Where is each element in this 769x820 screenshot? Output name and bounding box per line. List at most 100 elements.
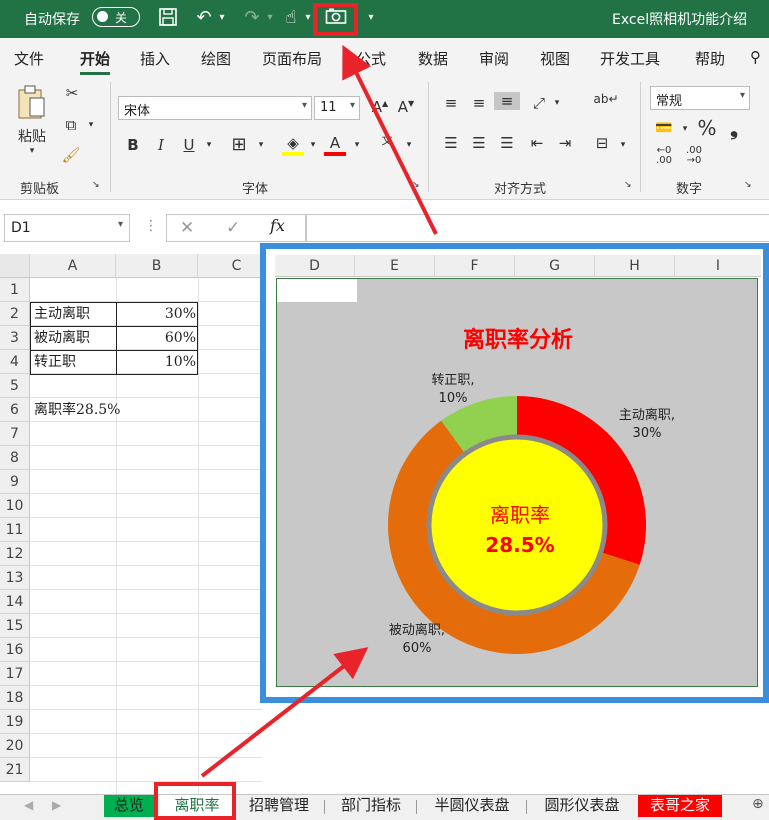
row-header[interactable]: 1	[0, 278, 30, 302]
row-header[interactable]: 3	[0, 326, 30, 350]
bold-button[interactable]: B	[124, 136, 142, 154]
cell-b2[interactable]: 30%	[118, 302, 196, 326]
row-header[interactable]: 18	[0, 686, 30, 710]
underline-dropdown-icon[interactable]: ▾	[204, 140, 214, 150]
align-right-icon[interactable]: ☰	[496, 134, 518, 152]
align-left-icon[interactable]: ☰	[440, 134, 462, 152]
cell-b3[interactable]: 60%	[118, 326, 196, 350]
orientation-dropdown-icon[interactable]: ▾	[552, 98, 562, 108]
formula-input[interactable]	[306, 214, 769, 242]
paste-dropdown-icon[interactable]: ▾	[24, 146, 40, 156]
tab-review[interactable]: 审阅	[479, 48, 509, 69]
underline-button[interactable]: U	[180, 136, 198, 154]
select-all-corner[interactable]	[0, 254, 30, 278]
save-icon[interactable]	[156, 7, 180, 33]
align-bottom-icon[interactable]: ≡	[494, 92, 520, 110]
number-launcher-icon[interactable]: ↘	[744, 180, 752, 190]
column-header-a[interactable]: A	[30, 254, 116, 278]
align-center-icon[interactable]: ☰	[468, 134, 490, 152]
row-header[interactable]: 6	[0, 398, 30, 422]
decrease-font-icon[interactable]: A▼	[396, 98, 416, 116]
tab-insert[interactable]: 插入	[140, 48, 170, 69]
undo-dropdown-icon[interactable]: ▾	[216, 7, 228, 29]
cell-a2[interactable]: 主动离职	[34, 302, 90, 326]
scroll-left-icon[interactable]: ◀	[24, 798, 33, 812]
comma-style-icon[interactable]: ❟	[726, 116, 742, 140]
row-header[interactable]: 16	[0, 638, 30, 662]
accounting-dropdown-icon[interactable]: ▾	[680, 124, 690, 134]
row-header[interactable]: 13	[0, 566, 30, 590]
italic-button[interactable]: I	[152, 136, 170, 154]
format-painter-icon[interactable]: 🖌	[60, 146, 82, 164]
row-header[interactable]: 7	[0, 422, 30, 446]
copy-dropdown-icon[interactable]: ▾	[86, 120, 96, 130]
fill-dropdown-icon[interactable]: ▾	[308, 140, 318, 150]
wrap-text-icon[interactable]: ab↵	[592, 92, 620, 106]
tab-file[interactable]: 文件	[14, 48, 44, 69]
search-icon[interactable]: ⚲	[750, 48, 761, 66]
increase-decimal-icon[interactable]: ←0.00	[652, 146, 676, 166]
row-header[interactable]: 9	[0, 470, 30, 494]
fill-color-icon[interactable]: ◈	[282, 134, 304, 156]
sheet-tab-half-gauge[interactable]: 半圆仪表盘	[424, 795, 520, 817]
new-sheet-icon[interactable]: ⊕	[752, 796, 764, 812]
row-header[interactable]: 19	[0, 710, 30, 734]
enter-icon[interactable]: ✓	[226, 218, 240, 238]
row-header[interactable]: 20	[0, 734, 30, 758]
name-box[interactable]: D1 ▾	[4, 214, 130, 242]
tab-view[interactable]: 视图	[540, 48, 570, 69]
copy-icon[interactable]: ⧉	[60, 116, 82, 134]
font-launcher-icon[interactable]: ↘	[412, 180, 420, 190]
percent-button[interactable]: %	[696, 116, 718, 140]
merge-dropdown-icon[interactable]: ▾	[618, 140, 628, 150]
align-middle-icon[interactable]: ≡	[468, 94, 490, 112]
align-top-icon[interactable]: ≡	[440, 94, 462, 112]
cell-a4[interactable]: 转正职	[34, 350, 76, 374]
cell-b4[interactable]: 10%	[118, 350, 196, 374]
sheet-tab-dept-metrics[interactable]: 部门指标	[332, 795, 410, 817]
decrease-decimal-icon[interactable]: .00 →0	[682, 146, 706, 166]
accounting-format-icon[interactable]: 💳	[652, 120, 676, 136]
phonetic-icon[interactable]: 文	[376, 132, 398, 148]
row-header[interactable]: 17	[0, 662, 30, 686]
row-header[interactable]: 8	[0, 446, 30, 470]
phonetic-dropdown-icon[interactable]: ▾	[404, 140, 414, 150]
row-header[interactable]: 5	[0, 374, 30, 398]
font-color-icon[interactable]: A	[324, 134, 346, 156]
customize-qat-icon[interactable]: ▾	[364, 7, 378, 29]
sheet-tab-round-gauge[interactable]: 圆形仪表盘	[534, 795, 630, 817]
doughnut-chart[interactable]: 离职率分析 离职率 28.5% 主动离职, 30% 被动离职, 60% 转正职, 10%	[276, 278, 758, 687]
font-size-select[interactable]: 11 ▾	[314, 96, 360, 120]
cell-a6[interactable]: 离职率28.5%	[34, 398, 120, 422]
borders-dropdown-icon[interactable]: ▾	[256, 140, 266, 150]
sheet-tab-recruitment[interactable]: 招聘管理	[240, 795, 318, 817]
tab-home[interactable]: 开始	[80, 48, 111, 75]
cut-icon[interactable]: ✂	[62, 84, 82, 102]
sheet-tab-biaoge[interactable]: 表哥之家	[638, 795, 722, 817]
merge-center-icon[interactable]: ⊟	[590, 134, 614, 152]
sheet-tab-overview[interactable]: 总览	[104, 795, 154, 817]
cell-a3[interactable]: 被动离职	[34, 326, 90, 350]
row-header[interactable]: 10	[0, 494, 30, 518]
column-header-b[interactable]: B	[116, 254, 198, 278]
insert-function-icon[interactable]: fx	[270, 216, 285, 235]
row-header[interactable]: 11	[0, 518, 30, 542]
paste-label[interactable]: 粘贴	[14, 126, 50, 146]
paste-icon[interactable]	[14, 84, 50, 126]
tab-developer[interactable]: 开发工具	[600, 48, 660, 69]
font-color-dropdown-icon[interactable]: ▾	[352, 140, 362, 150]
cancel-icon[interactable]: ✕	[180, 218, 194, 238]
alignment-launcher-icon[interactable]: ↘	[624, 180, 632, 190]
row-header[interactable]: 12	[0, 542, 30, 566]
increase-indent-icon[interactable]: ⇥	[554, 134, 576, 152]
redo-icon[interactable]: ↷	[240, 7, 264, 29]
borders-icon[interactable]: ⊞	[228, 134, 250, 155]
row-header[interactable]: 4	[0, 350, 30, 374]
autosave-toggle[interactable]: 关	[92, 7, 140, 27]
decrease-indent-icon[interactable]: ⇤	[526, 134, 548, 152]
touch-mode-icon[interactable]: ☝	[280, 7, 302, 29]
row-header[interactable]: 15	[0, 614, 30, 638]
tab-help[interactable]: 帮助	[695, 48, 725, 69]
row-header[interactable]: 14	[0, 590, 30, 614]
number-format-select[interactable]: 常规 ▾	[650, 86, 750, 110]
